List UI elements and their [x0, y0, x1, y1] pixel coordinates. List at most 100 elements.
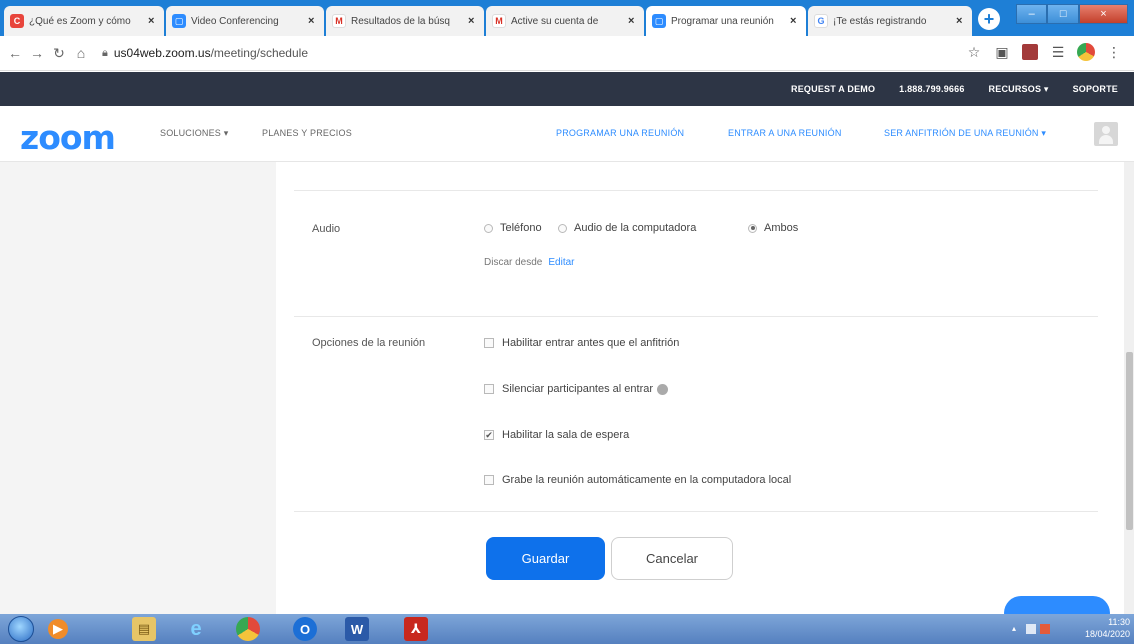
- checkbox[interactable]: [484, 384, 494, 394]
- gmail-icon: M: [332, 14, 346, 28]
- close-icon[interactable]: ×: [790, 15, 800, 27]
- browser-tab-strip: C ¿Qué es Zoom y cómo × ▢ Video Conferen…: [0, 0, 1134, 36]
- browser-tab[interactable]: ▢ Video Conferencing ×: [166, 6, 324, 36]
- window-controls: – □ ×: [1016, 4, 1128, 24]
- zoom-icon: ▢: [652, 14, 666, 28]
- clock-time: 11:30: [1108, 617, 1130, 627]
- audio-option-phone[interactable]: Teléfono: [484, 222, 542, 234]
- solutions-menu[interactable]: SOLUCIONES ▾: [160, 128, 228, 139]
- option-auto-record[interactable]: Grabe la reunión automáticamente en la c…: [484, 474, 791, 486]
- checkbox-checked[interactable]: ✔: [484, 430, 494, 440]
- system-clock[interactable]: 11:30 18/04/2020: [1058, 616, 1130, 640]
- support-link[interactable]: SOPORTE: [1073, 84, 1118, 94]
- checkbox[interactable]: [484, 338, 494, 348]
- network-icon[interactable]: [1026, 624, 1036, 634]
- edit-link[interactable]: Editar: [548, 257, 574, 268]
- option-label: Habilitar entrar antes que el anfitrión: [502, 337, 680, 349]
- close-icon[interactable]: ×: [956, 15, 966, 27]
- checkbox[interactable]: [484, 475, 494, 485]
- windows-taskbar: ▶ ▤ e O W ⅄ ▴ 11:30 18/04/2020: [0, 614, 1134, 644]
- pdf-reader-icon[interactable]: ⅄: [404, 617, 428, 641]
- tab-label: Programar una reunión: [671, 15, 774, 27]
- cancel-button[interactable]: Cancelar: [611, 537, 733, 580]
- browser-tab[interactable]: M Active su cuenta de ×: [486, 6, 644, 36]
- start-button[interactable]: [8, 616, 34, 642]
- browser-tab[interactable]: C ¿Qué es Zoom y cómo ×: [4, 6, 164, 36]
- browser-tab[interactable]: G ¡Te estás registrando ×: [808, 6, 972, 36]
- plans-pricing-link[interactable]: PLANES Y PRECIOS: [262, 128, 352, 138]
- url-host: us04web.zoom.us: [113, 46, 211, 60]
- audio-option-computer[interactable]: Audio de la computadora: [558, 222, 696, 234]
- kebab-menu-icon[interactable]: ⋮: [1104, 42, 1124, 62]
- dial-from-label: Discar desde: [484, 257, 543, 268]
- close-icon[interactable]: ×: [468, 15, 478, 27]
- radio-button[interactable]: [484, 223, 493, 233]
- zoom-top-bar: REQUEST A DEMO 1.888.799.9666 RECURSOS ▾…: [0, 72, 1134, 106]
- reload-icon[interactable]: ↻: [48, 42, 70, 64]
- system-tray: ▴: [1012, 620, 1052, 638]
- schedule-meeting-link[interactable]: PROGRAMAR UNA REUNIÓN: [556, 128, 684, 138]
- window-close-button[interactable]: ×: [1078, 4, 1128, 24]
- option-join-before-host[interactable]: Habilitar entrar antes que el anfitrión: [484, 337, 679, 349]
- audio-option-both[interactable]: Ambos: [748, 222, 798, 234]
- join-meeting-link[interactable]: ENTRAR A UNA REUNIÓN: [728, 128, 842, 138]
- flag-icon[interactable]: [1040, 624, 1050, 634]
- option-label: Grabe la reunión automáticamente en la c…: [502, 474, 792, 486]
- clock-date: 18/04/2020: [1084, 629, 1130, 639]
- zoom-logo[interactable]: zoom: [20, 118, 116, 157]
- resources-menu[interactable]: RECURSOS ▾: [989, 84, 1049, 95]
- url-path: /meeting/schedule: [210, 46, 308, 60]
- lock-icon: 🔒︎: [102, 46, 108, 59]
- tab-label: ¿Qué es Zoom y cómo: [29, 15, 131, 27]
- dial-from-row: Discar desde Editar: [484, 257, 574, 268]
- close-icon[interactable]: ×: [628, 15, 638, 27]
- chrome-taskbar-icon[interactable]: [236, 617, 260, 641]
- meeting-options-label: Opciones de la reunión: [312, 337, 426, 349]
- new-tab-button[interactable]: +: [978, 8, 1000, 30]
- audio-label: Audio: [312, 223, 341, 235]
- radio-button-selected[interactable]: [748, 223, 757, 233]
- tab-label: ¡Te estás registrando: [833, 15, 927, 27]
- star-icon[interactable]: ☆: [964, 42, 984, 62]
- extension-icon[interactable]: ▣: [992, 42, 1012, 62]
- extension-red-icon[interactable]: [1020, 42, 1040, 62]
- file-explorer-icon[interactable]: ▤: [132, 617, 156, 641]
- zoom-icon: ▢: [172, 14, 186, 28]
- internet-explorer-icon[interactable]: e: [184, 617, 208, 641]
- option-waiting-room[interactable]: ✔ Habilitar la sala de espera: [484, 429, 629, 441]
- divider: [294, 511, 1098, 512]
- help-icon[interactable]: [657, 383, 669, 395]
- phone-number[interactable]: 1.888.799.9666: [899, 84, 964, 94]
- request-demo-link[interactable]: REQUEST A DEMO: [791, 84, 875, 94]
- profile-avatar-icon[interactable]: [1076, 42, 1096, 62]
- option-label: Silenciar participantes al entrar: [502, 383, 654, 395]
- google-icon: G: [814, 14, 828, 28]
- save-button[interactable]: Guardar: [486, 537, 605, 580]
- close-icon[interactable]: ×: [308, 15, 318, 27]
- browser-tab[interactable]: M Resultados de la búsq ×: [326, 6, 484, 36]
- minimize-button[interactable]: –: [1016, 4, 1048, 24]
- reading-list-icon[interactable]: ☰: [1048, 42, 1068, 62]
- media-player-icon[interactable]: ▶: [48, 619, 68, 639]
- option-label: Teléfono: [500, 222, 542, 234]
- home-icon[interactable]: ⌂: [70, 42, 92, 64]
- word-icon[interactable]: W: [345, 617, 369, 641]
- browser-tab-active[interactable]: ▢ Programar una reunión ×: [646, 6, 806, 36]
- tray-arrow-icon[interactable]: ▴: [1012, 624, 1022, 634]
- divider: [294, 190, 1098, 191]
- option-mute-on-entry[interactable]: Silenciar participantes al entrar: [484, 383, 669, 395]
- radio-button[interactable]: [558, 223, 567, 233]
- close-icon[interactable]: ×: [148, 15, 158, 27]
- option-label: Audio de la computadora: [574, 222, 697, 234]
- left-sidebar: [0, 162, 276, 614]
- url-field[interactable]: 🔒︎ us04web.zoom.us /meeting/schedule: [102, 46, 308, 60]
- user-avatar[interactable]: [1094, 122, 1118, 146]
- back-arrow-icon[interactable]: ←: [4, 42, 26, 64]
- forward-arrow-icon[interactable]: →: [26, 42, 48, 64]
- tab-label: Video Conferencing: [191, 15, 279, 27]
- host-meeting-menu[interactable]: SER ANFITRIÓN DE UNA REUNIÓN ▾: [884, 128, 1046, 139]
- scrollbar-thumb[interactable]: [1126, 352, 1133, 530]
- option-label: Ambos: [764, 222, 799, 234]
- opera-icon[interactable]: O: [293, 617, 317, 641]
- maximize-button[interactable]: □: [1047, 4, 1079, 24]
